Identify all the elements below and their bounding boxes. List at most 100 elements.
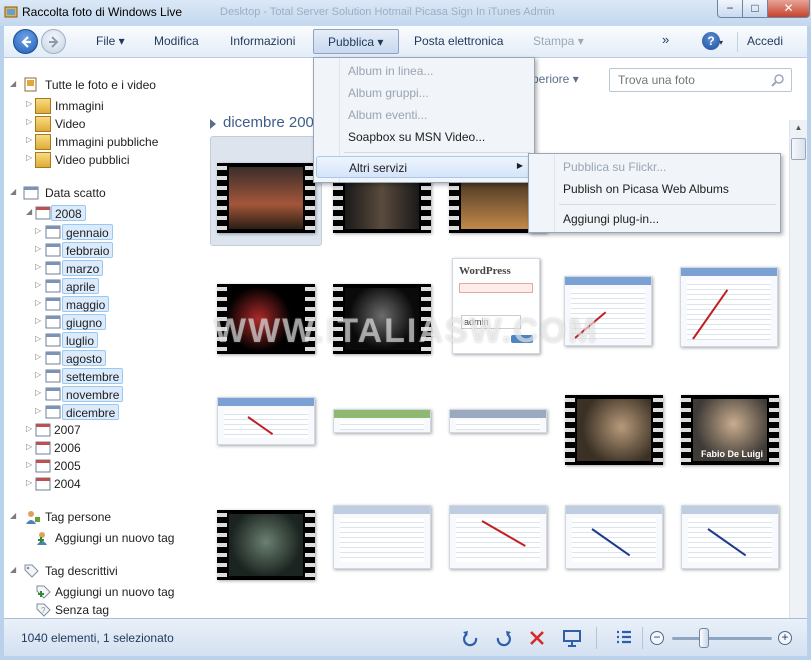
tree-month-item[interactable]: novembre	[62, 386, 124, 402]
search-input[interactable]	[618, 73, 768, 87]
zoom-slider-track[interactable]	[672, 637, 772, 640]
expand-arrow-icon[interactable]: ▷	[35, 227, 43, 235]
tree-month-item[interactable]: luglio	[62, 332, 99, 348]
slideshow-icon[interactable]	[562, 628, 582, 648]
menu-item-album-in-linea[interactable]: Album in linea...	[316, 60, 532, 82]
delete-icon[interactable]	[527, 628, 547, 648]
view-details-icon[interactable]	[614, 628, 634, 648]
expand-arrow-icon[interactable]: ▷	[35, 281, 43, 289]
scrollbar-thumb[interactable]	[791, 138, 806, 160]
expand-arrow-icon[interactable]: ▷	[26, 118, 34, 126]
thumbnail-screenshot[interactable]	[449, 409, 547, 433]
expand-arrow-icon[interactable]: ▷	[35, 389, 43, 397]
tree-video[interactable]: Video	[55, 116, 85, 132]
collapse-arrow-icon[interactable]: ◢	[10, 566, 18, 574]
expand-arrow-icon[interactable]: ▷	[35, 245, 43, 253]
thumbnail-video[interactable]	[565, 395, 663, 465]
sort-dropdown[interactable]: periore ▾	[532, 72, 579, 86]
search-box[interactable]	[609, 68, 792, 92]
help-dropdown-icon[interactable]: ▾	[719, 38, 723, 47]
thumbnail-screenshot[interactable]	[681, 505, 779, 569]
tree-year-item[interactable]: 2006	[54, 440, 81, 456]
expand-arrow-icon[interactable]: ▷	[35, 371, 43, 379]
tree-immagini[interactable]: Immagini	[55, 98, 104, 114]
tree-month-item[interactable]: settembre	[62, 368, 124, 384]
menu-modifica[interactable]: Modifica	[154, 34, 199, 48]
tree-year-item[interactable]: 2005	[54, 458, 81, 474]
menu-item-soapbox[interactable]: Soapbox su MSN Video...	[316, 126, 532, 148]
tree-tag-persone[interactable]: Tag persone	[45, 509, 111, 525]
minimize-button[interactable]: −	[717, 0, 743, 18]
menu-item-flickr[interactable]: Pubblica su Flickr...	[531, 156, 778, 178]
rotate-left-icon[interactable]	[461, 628, 481, 648]
group-header[interactable]: dicembre 2008	[210, 114, 322, 131]
collapse-arrow-icon[interactable]: ◢	[26, 208, 34, 216]
expand-arrow-icon[interactable]: ▷	[26, 136, 34, 144]
thumbnail-screenshot[interactable]	[565, 505, 663, 569]
menu-informazioni[interactable]: Informazioni	[230, 34, 295, 48]
maximize-button[interactable]: □	[742, 0, 768, 18]
rotate-right-icon[interactable]	[493, 628, 513, 648]
tree-month-item[interactable]: marzo	[62, 260, 104, 276]
sign-in-link[interactable]: Accedi	[747, 34, 783, 48]
group-expand-icon[interactable]	[210, 119, 216, 129]
menu-item-album-eventi[interactable]: Album eventi...	[316, 104, 532, 126]
menu-file[interactable]: File ▾	[96, 34, 125, 48]
thumbnail-screenshot[interactable]	[333, 505, 431, 569]
tree-all-photos[interactable]: Tutte le foto e i video	[45, 77, 156, 93]
expand-arrow-icon[interactable]: ▷	[35, 407, 43, 415]
collapse-arrow-icon[interactable]: ◢	[10, 512, 18, 520]
expand-arrow-icon[interactable]: ▷	[35, 353, 43, 361]
tree-year-2008[interactable]: 2008	[51, 205, 86, 221]
thumbnail-screenshot[interactable]	[333, 409, 431, 433]
zoom-slider-thumb[interactable]	[699, 628, 709, 648]
close-button[interactable]: ✕	[767, 0, 810, 18]
search-icon[interactable]	[771, 73, 785, 87]
expand-arrow-icon[interactable]: ▷	[35, 317, 43, 325]
tree-month-item[interactable]: maggio	[62, 296, 110, 312]
forward-button[interactable]	[41, 29, 66, 54]
tree-data-scatto[interactable]: Data scatto	[45, 185, 106, 201]
tree-tag-descrittivi[interactable]: Tag descrittivi	[45, 563, 118, 579]
thumbnail-video[interactable]	[217, 510, 315, 580]
add-descriptive-tag-link[interactable]: Aggiungi un nuovo tag	[55, 584, 174, 600]
scroll-up-arrow-icon[interactable]: ▲	[790, 120, 807, 136]
expand-arrow-icon[interactable]: ▷	[26, 100, 34, 108]
expand-arrow-icon[interactable]: ▷	[26, 443, 34, 451]
tree-month-item[interactable]: agosto	[62, 350, 107, 366]
menu-stampa[interactable]: Stampa ▾	[533, 34, 584, 48]
expand-arrow-icon[interactable]: ▷	[26, 461, 34, 469]
zoom-in-button[interactable]: +	[778, 631, 792, 645]
tree-video-pubblici[interactable]: Video pubblici	[55, 152, 130, 168]
zoom-out-button[interactable]: −	[650, 631, 664, 645]
expand-arrow-icon[interactable]: ▷	[35, 263, 43, 271]
tree-year-item[interactable]: 2007	[54, 422, 81, 438]
collapse-arrow-icon[interactable]: ◢	[10, 188, 18, 196]
menu-item-album-gruppi[interactable]: Album gruppi...	[316, 82, 532, 104]
expand-arrow-icon[interactable]: ▷	[35, 299, 43, 307]
expand-arrow-icon[interactable]: ▷	[26, 154, 34, 162]
tree-immagini-pubbliche[interactable]: Immagini pubbliche	[55, 134, 158, 150]
help-icon[interactable]: ?	[702, 32, 720, 50]
tree-year-item[interactable]: 2004	[54, 476, 81, 492]
tree-month-item[interactable]: aprile	[62, 278, 100, 294]
thumbnail-screenshot[interactable]	[217, 397, 315, 445]
menu-item-altri-servizi[interactable]: Altri servizi ▶	[316, 156, 532, 178]
more-chevron-icon[interactable]: »	[662, 32, 669, 47]
menu-pubblica[interactable]: Pubblica ▾	[313, 29, 399, 54]
expand-arrow-icon[interactable]: ▷	[26, 425, 34, 433]
back-button[interactable]	[13, 29, 38, 54]
tree-month-item[interactable]: dicembre	[62, 404, 120, 420]
tree-month-item[interactable]: febbraio	[62, 242, 114, 258]
menu-posta-elettronica[interactable]: Posta elettronica	[414, 34, 503, 48]
menu-item-picasa[interactable]: Publish on Picasa Web Albums	[531, 178, 778, 200]
thumbnail-video[interactable]	[217, 163, 315, 233]
add-person-tag-link[interactable]: Aggiungi un nuovo tag	[55, 530, 174, 546]
thumbnail-video[interactable]: Fabio De Luigi	[681, 395, 779, 465]
collapse-arrow-icon[interactable]: ◢	[10, 80, 18, 88]
vertical-scrollbar[interactable]: ▲	[789, 120, 807, 618]
thumbnail-screenshot[interactable]	[680, 267, 778, 347]
thumbnail-screenshot[interactable]	[449, 505, 547, 569]
expand-arrow-icon[interactable]: ▷	[35, 335, 43, 343]
menu-item-aggiungi-plugin[interactable]: Aggiungi plug-in...	[531, 208, 778, 230]
